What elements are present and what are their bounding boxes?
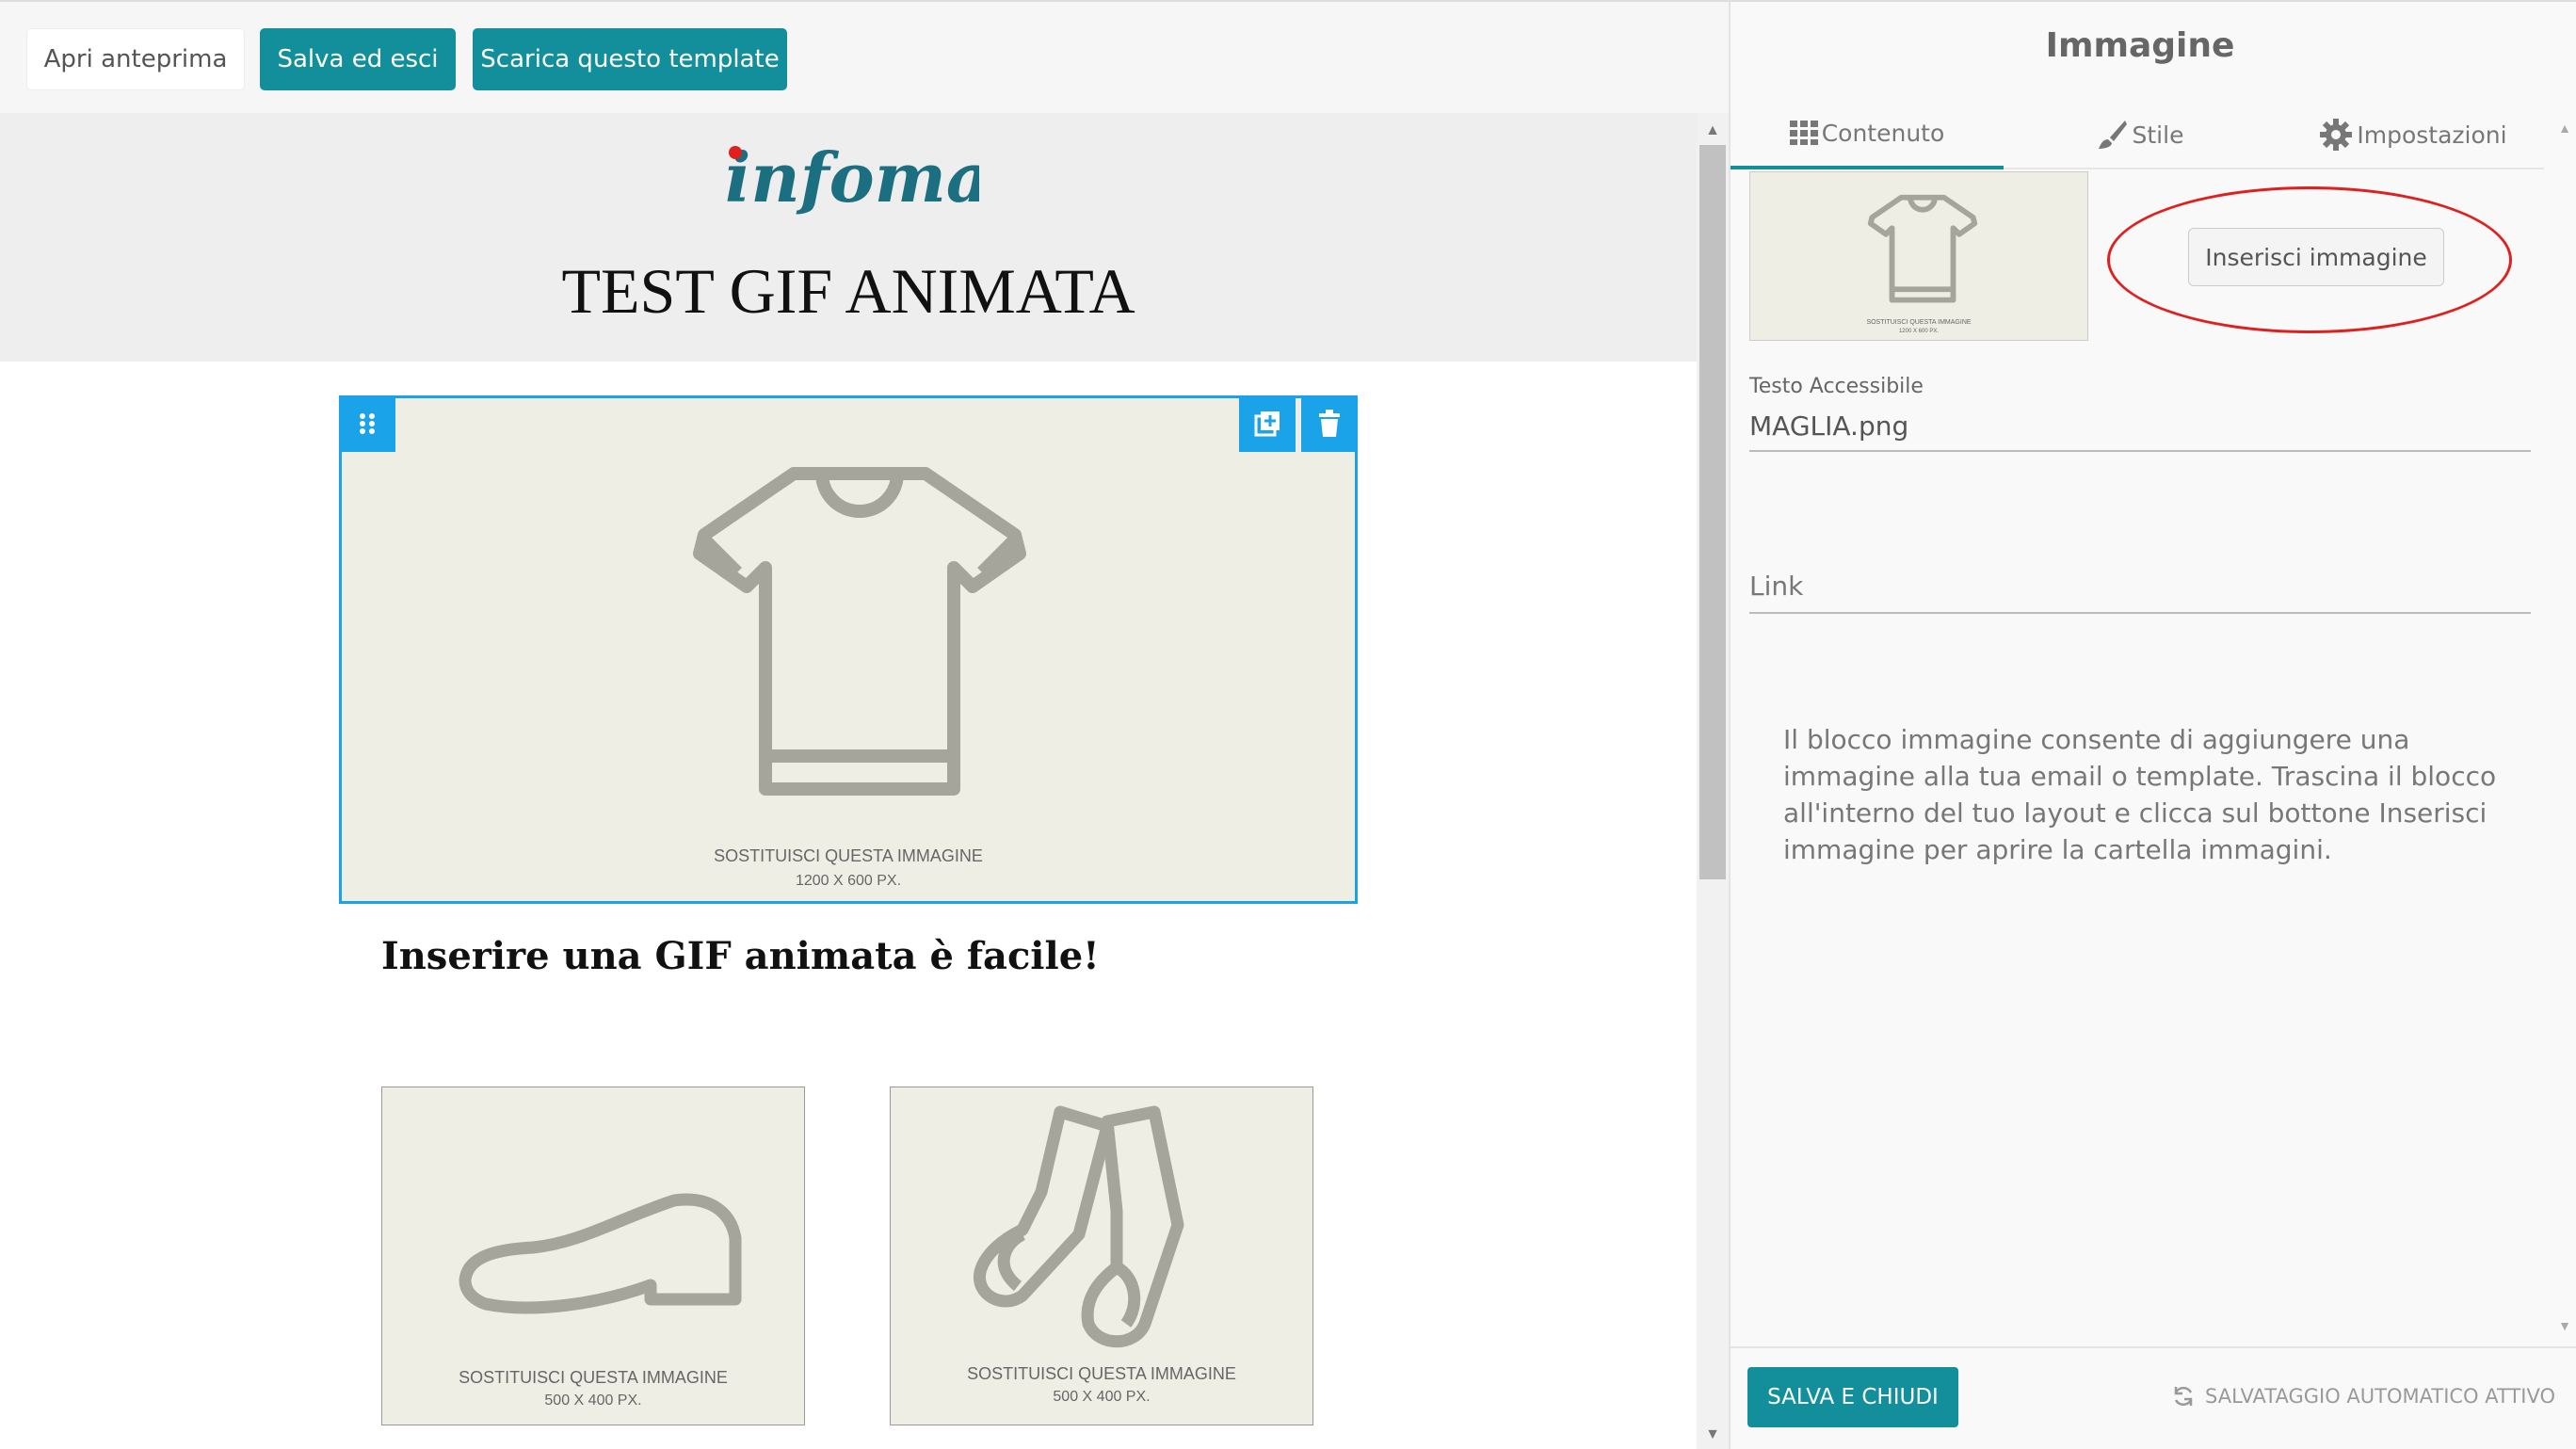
tab-stile-label: Stile (2132, 121, 2184, 149)
email-subtitle[interactable]: Inserire una GIF animata è facile! (381, 934, 1100, 978)
thumb-caption-line2: 1200 X 600 PX. (1898, 329, 1940, 334)
hero-image-block[interactable]: SOSTITUISCI QUESTA IMMAGINE 1200 X 600 P… (339, 395, 1358, 904)
socks-icon (974, 1105, 1184, 1348)
duplicate-block-icon[interactable] (1239, 395, 1296, 452)
save-exit-button[interactable]: Salva ed esci (260, 28, 456, 90)
tab-impostazioni-label: Impostazioni (2357, 121, 2507, 149)
thumb-caption-line1: SOSTITUISCI QUESTA IMMAGINE (1866, 319, 1972, 326)
image-thumbnail[interactable]: SOSTITUISCI QUESTA IMMAGINE 1200 X 600 P… (1749, 171, 2088, 341)
socks-caption-line1: SOSTITUISCI QUESTA IMMAGINE (967, 1364, 1236, 1383)
alt-text-label: Testo Accessibile (1749, 375, 1924, 398)
hero-caption-line2: 1200 X 600 PX. (795, 873, 902, 889)
infomail-logo: infomail (725, 137, 979, 217)
panel-footer: SALVA E CHIUDI SALVATAGGIO AUTOMATICO AT… (1731, 1346, 2576, 1449)
editor-area: Apri anteprima Salva ed esci Scarica que… (0, 0, 1729, 1449)
tab-contenuto-label: Contenuto (1821, 119, 1945, 147)
autosave-status: SALVATAGGIO AUTOMATICO ATTIVO (2171, 1384, 2555, 1409)
hero-caption-line1: SOSTITUISCI QUESTA IMMAGINE (714, 846, 983, 865)
panel-tabs: Contenuto Stile Impostazioni (1731, 100, 2544, 169)
email-canvas: infomail TEST GIF ANIMATA (0, 113, 1697, 1449)
logo-dot (729, 146, 742, 159)
preview-button[interactable]: Apri anteprima (26, 28, 245, 90)
delete-block-icon[interactable] (1301, 395, 1358, 452)
socks-image-block[interactable]: SOSTITUISCI QUESTA IMMAGINE 500 X 400 PX… (890, 1087, 1313, 1425)
tab-contenuto[interactable]: Contenuto (1731, 100, 2004, 169)
shoe-image-block[interactable]: SOSTITUISCI QUESTA IMMAGINE 500 X 400 PX… (381, 1087, 805, 1425)
email-header[interactable]: infomail TEST GIF ANIMATA (0, 113, 1697, 362)
scroll-down-arrow-icon[interactable]: ▼ (1697, 1419, 1729, 1449)
email-title[interactable]: TEST GIF ANIMATA (0, 254, 1697, 329)
panel-title: Immagine (2045, 26, 2235, 65)
save-close-button[interactable]: SALVA E CHIUDI (1747, 1367, 1958, 1427)
tshirt-thumbnail-icon (1867, 194, 1978, 303)
editor-toolbar: Apri anteprima Salva ed esci Scarica que… (0, 2, 1729, 113)
scroll-up-arrow-icon[interactable]: ▲ (1697, 115, 1729, 147)
grid-icon (1789, 121, 1818, 145)
logo-text: infomail (725, 137, 979, 217)
editor-scrollbar-thumb[interactable] (1699, 145, 1726, 879)
socks-caption-line2: 500 X 400 PX. (1053, 1389, 1151, 1405)
tab-stile[interactable]: Stile (2004, 100, 2277, 169)
shoe-icon (459, 1193, 742, 1314)
properties-panel: Immagine Contenuto Stile Impostazioni SO… (1729, 0, 2576, 1449)
tshirt-icon (693, 467, 1026, 796)
download-template-button[interactable]: Scarica questo template (473, 28, 787, 90)
help-text: Il blocco immagine consente di aggiunger… (1783, 724, 2497, 865)
link-input[interactable] (1749, 559, 2531, 614)
shoe-caption-line1: SOSTITUISCI QUESTA IMMAGINE (459, 1368, 728, 1387)
gear-icon (2320, 119, 2353, 151)
alt-text-input[interactable] (1749, 401, 2531, 452)
tab-impostazioni[interactable]: Impostazioni (2277, 100, 2550, 169)
shoe-caption-line2: 500 X 400 PX. (544, 1393, 642, 1409)
sync-icon (2174, 1386, 2193, 1407)
drag-handle-icon[interactable] (339, 395, 395, 452)
brush-icon (2098, 121, 2127, 149)
insert-image-button[interactable]: Inserisci immagine (2188, 228, 2444, 286)
autosave-label: SALVATAGGIO AUTOMATICO ATTIVO (2205, 1385, 2555, 1408)
panel-scroll-down-icon[interactable]: ▼ (2555, 1318, 2574, 1337)
panel-scroll-up-icon[interactable]: ▲ (2555, 121, 2574, 139)
